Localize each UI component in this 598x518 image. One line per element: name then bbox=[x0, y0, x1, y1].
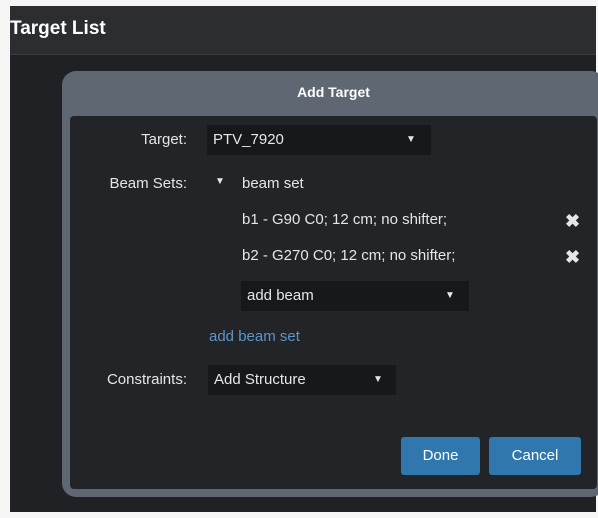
target-select-value: PTV_7920 bbox=[213, 131, 284, 148]
chevron-down-icon: ▼ bbox=[445, 290, 455, 301]
add-beam-select[interactable]: add beam ▼ bbox=[241, 281, 469, 311]
add-target-dialog: Add Target Target: PTV_7920 ▼ Beam Sets:… bbox=[62, 71, 598, 497]
chevron-down-icon: ▼ bbox=[373, 374, 383, 385]
constraints-label: Constraints: bbox=[106, 371, 187, 388]
dialog-title: Add Target bbox=[297, 84, 370, 100]
panel-title: Target List bbox=[10, 18, 106, 39]
dialog-body: Target: PTV_7920 ▼ Beam Sets: ▼ beam set… bbox=[70, 116, 597, 489]
beam-sets-label: Beam Sets: bbox=[109, 175, 187, 192]
remove-beam-icon[interactable]: ✖ bbox=[565, 248, 580, 266]
expand-toggle-icon[interactable]: ▼ bbox=[215, 176, 225, 187]
beam-item-label: b2 - G270 C0; 12 cm; no shifter; bbox=[242, 247, 456, 264]
chevron-down-icon: ▼ bbox=[406, 134, 416, 145]
beam-item-label: b1 - G90 C0; 12 cm; no shifter; bbox=[242, 211, 448, 228]
add-beam-select-value: add beam bbox=[247, 287, 314, 304]
beam-set-name: beam set bbox=[242, 175, 304, 192]
cancel-button[interactable]: Cancel bbox=[489, 437, 581, 475]
done-button[interactable]: Done bbox=[401, 437, 480, 475]
panel-header: Target List bbox=[10, 6, 596, 55]
target-select[interactable]: PTV_7920 ▼ bbox=[207, 125, 431, 155]
remove-beam-icon[interactable]: ✖ bbox=[565, 212, 580, 230]
add-beam-set-link[interactable]: add beam set bbox=[209, 328, 300, 345]
target-list-panel: Target List Add Target Target: PTV_7920 … bbox=[10, 6, 598, 512]
constraints-select-value: Add Structure bbox=[214, 371, 306, 388]
target-label: Target: bbox=[141, 131, 187, 148]
constraints-select[interactable]: Add Structure ▼ bbox=[208, 365, 396, 395]
